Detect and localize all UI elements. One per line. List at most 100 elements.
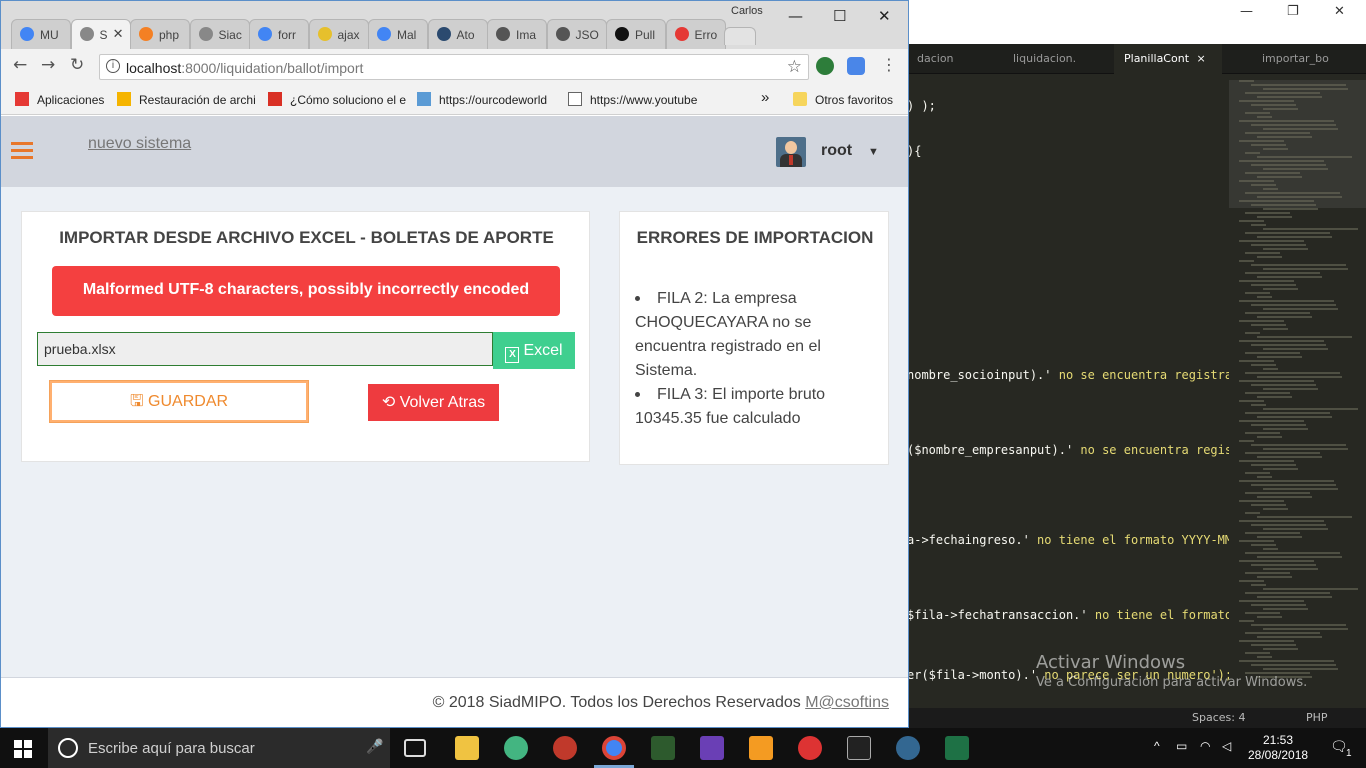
game-app-icon[interactable] [553, 736, 577, 760]
close-tab-icon[interactable]: ✕ [113, 26, 124, 42]
profile-name[interactable]: Carlos [731, 5, 763, 17]
bookmark-item[interactable]: Restauración de archi [117, 92, 256, 107]
save-button[interactable]: 🖫 GUARDAR [49, 380, 309, 423]
minimap-line [1239, 240, 1304, 242]
sublime-text-icon[interactable] [749, 736, 773, 760]
volume-icon[interactable]: ◁ [1222, 739, 1231, 753]
user-name[interactable]: root [821, 142, 852, 160]
battery-icon[interactable]: ▭ [1176, 739, 1187, 753]
minimap-line [1251, 124, 1336, 126]
minimap-line [1257, 376, 1342, 378]
browser-tab-active[interactable]: S ✕ [70, 19, 131, 50]
date: 28/08/2018 [1248, 748, 1309, 762]
browser-tab[interactable]: Erro [665, 19, 726, 49]
visual-studio-icon[interactable] [700, 736, 724, 760]
browser-tab[interactable]: MU [11, 19, 71, 49]
page-icon [198, 27, 213, 41]
browser-tab-label: S [99, 28, 108, 42]
close-icon[interactable]: ✕ [878, 7, 891, 25]
browser-tab[interactable]: ajax [308, 19, 369, 49]
caret-down-icon[interactable]: ▼ [868, 146, 879, 158]
more-bookmarks-chevron-icon[interactable]: » [761, 89, 769, 106]
minimap-line [1239, 460, 1294, 462]
forward-arrow-icon[interactable]: → [41, 55, 55, 75]
bookmark-item[interactable]: ¿Cómo soluciono el e [268, 92, 406, 107]
editor-tab[interactable]: importar_bo [1252, 44, 1362, 74]
url-path: :8000/liquidation/ballot/import [181, 60, 364, 76]
minimap-line [1263, 568, 1318, 570]
restore-icon[interactable]: ❐ [1287, 4, 1299, 19]
minimap-line [1263, 548, 1278, 550]
bookmark-star-icon[interactable]: ☆ [787, 57, 802, 77]
microphone-icon[interactable]: 🎤 [366, 738, 383, 755]
file-explorer-icon[interactable] [455, 736, 479, 760]
chrome-icon[interactable] [602, 736, 626, 760]
browser-tab-label: Mal [397, 28, 417, 42]
minimap-line [1239, 260, 1254, 262]
folder-icon [793, 92, 807, 106]
red-app-icon[interactable] [798, 736, 822, 760]
syntax-status[interactable]: PHP [1306, 711, 1328, 724]
indentation-status[interactable]: Spaces: 4 [1192, 711, 1245, 724]
wifi-icon[interactable]: ◠ [1200, 739, 1210, 753]
editor-tab-active[interactable]: PlanillaCont × [1114, 44, 1222, 74]
star-icon [117, 92, 131, 106]
windows-start-icon[interactable] [14, 740, 32, 758]
cortana-icon[interactable] [58, 738, 78, 758]
browser-tab[interactable]: php [130, 19, 190, 49]
address-bar[interactable]: i localhost:8000/liquidation/ballot/impo… [99, 54, 809, 80]
minimap-line [1251, 584, 1266, 586]
new-tab-button[interactable] [724, 27, 756, 45]
code-area[interactable]: ) ); ){ nombre_socioinput).' no se encue… [907, 74, 1229, 710]
file-input[interactable]: prueba.xlsx [37, 332, 493, 366]
bookmark-item[interactable]: https://www.youtube [568, 92, 697, 107]
other-bookmarks-folder[interactable]: Otros favoritos [793, 92, 893, 107]
chevron-up-icon[interactable]: ^ [1154, 739, 1160, 753]
browser-tab[interactable]: Siac [189, 19, 250, 49]
browser-tab[interactable]: Pull [606, 19, 666, 49]
url-text[interactable]: localhost:8000/liquidation/ballot/import [126, 60, 363, 76]
hamburger-menu-icon[interactable] [11, 142, 33, 160]
postgres-icon[interactable] [896, 736, 920, 760]
brand-link[interactable]: nuevo sistema [88, 135, 191, 153]
clock[interactable]: 21:53 28/08/2018 [1248, 733, 1308, 763]
extension-globe-icon[interactable] [816, 57, 834, 75]
editor-tab[interactable]: liquidacion. [1003, 44, 1103, 74]
minimap-line [1251, 204, 1316, 206]
avatar[interactable] [776, 137, 806, 167]
footer-link[interactable]: M@csoftins [805, 694, 889, 711]
cmd-icon[interactable] [847, 736, 871, 760]
google-translate-icon[interactable] [847, 57, 865, 75]
back-arrow-icon[interactable]: ← [13, 55, 27, 75]
minimap-line [1239, 220, 1264, 222]
close-icon[interactable]: ✕ [1334, 4, 1345, 19]
terminal-app-icon[interactable] [651, 736, 675, 760]
minimap-line [1245, 212, 1290, 214]
minimize-icon[interactable]: — [788, 7, 803, 25]
editor-tab[interactable]: dacion [907, 44, 997, 74]
minimap-line [1251, 424, 1306, 426]
back-button[interactable]: ⟲ Volver Atras [368, 384, 499, 421]
excel-app-icon[interactable] [945, 736, 969, 760]
minimap-line [1251, 164, 1326, 166]
atom-app-icon[interactable] [504, 736, 528, 760]
minimap-line [1263, 168, 1328, 170]
reload-icon[interactable]: ↻ [70, 55, 84, 75]
info-icon[interactable]: i [106, 59, 120, 73]
browser-tab[interactable]: Ato [427, 19, 488, 49]
excel-button[interactable]: X Excel [493, 332, 575, 369]
minimap-line [1239, 600, 1304, 602]
maximize-icon[interactable]: ☐ [833, 7, 846, 25]
bookmark-item[interactable]: https://ourcodeworld [417, 92, 547, 107]
bookmark-item[interactable]: Aplicaciones [15, 92, 104, 107]
minimap[interactable] [1229, 80, 1366, 690]
browser-tab[interactable]: Mal [368, 19, 428, 49]
task-view-icon[interactable] [404, 739, 426, 757]
browser-tab[interactable]: forr [249, 19, 309, 49]
close-icon[interactable]: × [1197, 52, 1206, 65]
minimize-icon[interactable]: — [1240, 4, 1253, 19]
menu-kebab-icon[interactable]: ⋮ [881, 55, 897, 74]
browser-tab[interactable]: JSO [546, 19, 607, 49]
taskbar-search[interactable]: Escribe aquí para buscar 🎤 [48, 728, 390, 768]
browser-tab[interactable]: Ima [487, 19, 547, 49]
